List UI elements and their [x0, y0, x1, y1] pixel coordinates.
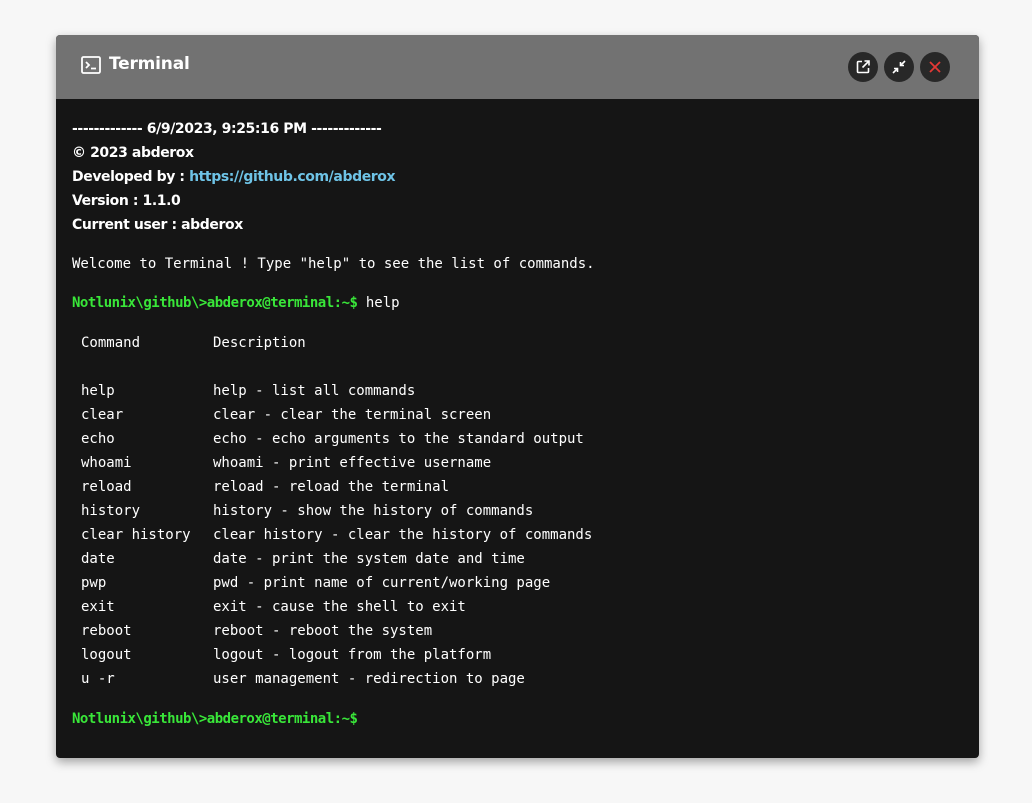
command-name: exit — [81, 599, 115, 615]
command-name: reboot — [81, 623, 132, 639]
minimize-button[interactable] — [884, 52, 914, 82]
welcome-message: Welcome to Terminal ! Type "help" to see… — [72, 256, 595, 272]
table-row: clear history clear history - clear the h… — [72, 523, 592, 547]
window-title: Terminal — [109, 54, 190, 74]
minimize-icon — [892, 60, 906, 74]
command-description: reload - reload the terminal — [213, 479, 450, 495]
command-name: echo — [81, 431, 115, 447]
command-name: u -r — [81, 671, 115, 687]
command-description: date - print the system date and time — [213, 551, 525, 567]
current-prompt: Notlunix\github\>abderox@terminal:~$ — [72, 711, 358, 727]
current-command-line[interactable]: Notlunix\github\>abderox@terminal:~$ — [72, 707, 963, 731]
session-header: ------------- 6/9/2023, 9:25:16 PM -----… — [72, 121, 382, 137]
table-row: echo echo - echo arguments to the standar… — [72, 427, 592, 451]
command-description: clear history - clear the history of com… — [213, 527, 593, 543]
command-description: user management - redirection to page — [213, 671, 525, 687]
table-row: exit exit - cause the shell to exit — [72, 595, 592, 619]
command-name: logout — [81, 647, 132, 663]
table-row: logout logout - logout from the platform — [72, 643, 592, 667]
table-row: clear clear - clear the terminal screen — [72, 403, 592, 427]
table-row: history history - show the history of com… — [72, 499, 592, 523]
info-block: ------------- 6/9/2023, 9:25:16 PM -----… — [72, 117, 963, 237]
open-external-button[interactable] — [848, 52, 878, 82]
command-description: pwd - print name of current/working page — [213, 575, 551, 591]
close-icon — [929, 61, 941, 73]
version: Version : 1.1.0 — [72, 193, 181, 209]
command-description: reboot - reboot the system — [213, 623, 433, 639]
table-row: date date - print the system date and tim… — [72, 547, 592, 571]
table-row: reload reload - reload the terminal — [72, 475, 592, 499]
table-row: help help - list all commands — [72, 379, 592, 403]
close-button[interactable] — [920, 52, 950, 82]
command-line: Notlunix\github\>abderox@terminal:~$ hel… — [72, 291, 963, 315]
table-row: pwp pwd - print name of current/working p… — [72, 571, 592, 595]
table-row: u -r user management - redirection to pag… — [72, 667, 592, 691]
window-controls — [848, 52, 950, 82]
column-header-command: Command — [81, 335, 141, 351]
command-description: echo - echo arguments to the standard ou… — [213, 431, 584, 447]
command-name: clear — [81, 407, 124, 423]
command-description: help - list all commands — [213, 383, 416, 399]
command-name: reload — [81, 479, 132, 495]
spacer-row — [72, 355, 592, 379]
terminal-output[interactable]: ------------- 6/9/2023, 9:25:16 PM -----… — [56, 99, 979, 731]
command-description: logout - logout from the platform — [213, 647, 492, 663]
developed-label: Developed by : — [72, 169, 190, 185]
table-row: reboot reboot - reboot the system — [72, 619, 592, 643]
command-name: date — [81, 551, 115, 567]
help-table: Command Description help help - list all … — [72, 331, 592, 691]
command-name: clear history — [81, 527, 191, 543]
prompt: Notlunix\github\>abderox@terminal:~$ — [72, 295, 358, 311]
command-description: whoami - print effective username — [213, 455, 492, 471]
command-name: whoami — [81, 455, 132, 471]
title-bar: Terminal — [56, 35, 979, 99]
entered-command: help — [357, 295, 400, 311]
command-name: pwp — [81, 575, 107, 591]
command-name: history — [81, 503, 141, 519]
command-description: history - show the history of commands — [213, 503, 534, 519]
terminal-window: Terminal ------------- 6/9/2023, 9:25:16… — [56, 35, 979, 758]
column-header-description: Description — [213, 335, 306, 351]
table-row: whoami whoami - print effective username — [72, 451, 592, 475]
command-description: clear - clear the terminal screen — [213, 407, 492, 423]
terminal-icon — [81, 56, 101, 74]
command-description: exit - cause the shell to exit — [213, 599, 466, 615]
help-table-header: Command Description — [72, 331, 592, 355]
copyright: © 2023 abderox — [72, 145, 194, 161]
current-user: Current user : abderox — [72, 217, 243, 233]
developed-by: Developed by : https://github.com/abdero… — [72, 165, 963, 189]
command-name: help — [81, 383, 115, 399]
open-external-icon — [856, 60, 870, 74]
github-link[interactable]: https://github.com/abderox — [189, 169, 395, 185]
